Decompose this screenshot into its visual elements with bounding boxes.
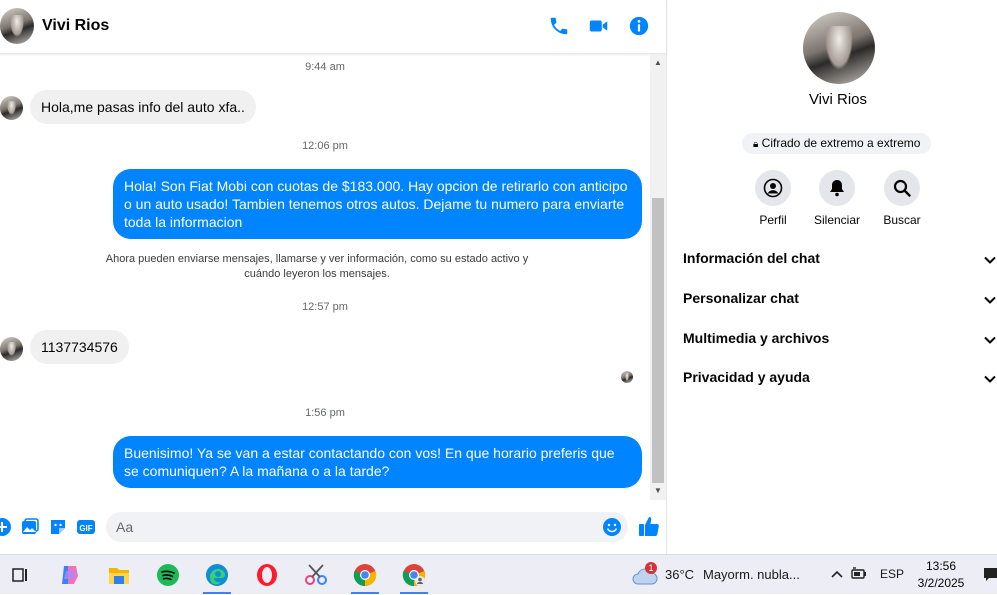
- clock-time: 13:56: [925, 559, 957, 573]
- mute-action[interactable]: Silenciar: [807, 170, 867, 227]
- sticker-icon[interactable]: [48, 517, 68, 537]
- notifications-icon[interactable]: [983, 566, 997, 584]
- section-media-files[interactable]: Multimedia y archivos: [683, 330, 997, 354]
- taskbar-snipping-tool[interactable]: [296, 555, 336, 595]
- copilot-icon: [62, 566, 78, 584]
- contact-avatar[interactable]: [0, 8, 34, 44]
- video-call-icon[interactable]: [588, 15, 610, 37]
- svg-text:GIF: GIF: [79, 524, 92, 533]
- section-label: Personalizar chat: [683, 290, 799, 306]
- message-timestamp: 9:44 am: [305, 61, 345, 73]
- profile-icon: [763, 178, 783, 198]
- incoming-message[interactable]: 1137734576: [30, 330, 129, 364]
- taskbar-opera[interactable]: [247, 555, 287, 595]
- edge-icon: [206, 564, 228, 586]
- bell-icon: [830, 180, 844, 197]
- chevron-up-icon[interactable]: [829, 566, 845, 582]
- chrome-icon: [353, 564, 377, 587]
- clock-date: 3/2/2025: [917, 576, 965, 590]
- section-chat-info[interactable]: Información del chat: [683, 250, 997, 274]
- weather-widget[interactable]: 1 36°C Mayorm. nubla...: [630, 555, 810, 595]
- message-composer: GIF: [0, 500, 667, 554]
- search-icon: [893, 179, 911, 197]
- contact-name[interactable]: Vivi Rios: [42, 17, 109, 35]
- scroll-thumb[interactable]: [652, 198, 664, 483]
- encryption-label: Cifrado de extremo a extremo: [761, 136, 921, 150]
- message-input[interactable]: [116, 518, 596, 536]
- weather-temperature: 36°C: [665, 567, 695, 582]
- photo-icon[interactable]: [20, 517, 40, 537]
- taskbar-chrome-profile[interactable]: [394, 555, 434, 595]
- profile-name: Vivi Rios: [808, 91, 868, 108]
- taskbar-copilot[interactable]: [50, 555, 90, 595]
- task-view-button[interactable]: [0, 555, 40, 595]
- plus-icon[interactable]: [0, 517, 12, 537]
- gif-icon[interactable]: GIF: [76, 517, 96, 537]
- section-privacy-help[interactable]: Privacidad y ayuda: [683, 369, 997, 393]
- taskbar-spotify[interactable]: [148, 555, 188, 595]
- message-timestamp: 12:57 pm: [302, 301, 348, 313]
- chevron-down-icon: [984, 296, 996, 304]
- opera-icon: [257, 564, 277, 586]
- section-customize-chat[interactable]: Personalizar chat: [683, 290, 997, 314]
- mute-action-label: Silenciar: [813, 213, 861, 227]
- chevron-down-icon: [984, 256, 996, 264]
- emoji-icon[interactable]: [602, 517, 622, 537]
- spotify-icon: [157, 564, 179, 586]
- message-timestamp: 12:06 pm: [302, 140, 348, 152]
- scissors-icon: [305, 564, 327, 585]
- weather-description: Mayorm. nubla...: [703, 567, 800, 582]
- section-label: Multimedia y archivos: [683, 330, 830, 346]
- chevron-down-icon: [984, 336, 996, 344]
- taskbar-edge[interactable]: [197, 555, 237, 595]
- profile-avatar[interactable]: [803, 12, 875, 84]
- chevron-down-icon: [984, 375, 996, 383]
- lock-icon: 🔒︎: [753, 139, 759, 150]
- chat-header: Vivi Rios: [0, 0, 667, 54]
- message-input-box[interactable]: [106, 512, 628, 542]
- messenger-window: Vivi Rios 9:44 am Hola,me pasas info del…: [0, 0, 997, 554]
- taskbar-file-explorer[interactable]: [99, 555, 139, 595]
- search-action-label: Buscar: [883, 213, 921, 227]
- chrome-profile-icon: [402, 564, 426, 587]
- phone-call-icon[interactable]: [548, 15, 570, 37]
- message-scrollbar[interactable]: ▲ ▼: [650, 55, 666, 500]
- conversation-info-panel: Vivi Rios 🔒︎ Cifrado de extremo a extrem…: [668, 0, 997, 554]
- search-action[interactable]: Buscar: [872, 170, 932, 227]
- sender-avatar[interactable]: [0, 337, 23, 361]
- sender-avatar[interactable]: [0, 96, 23, 120]
- connection-notice: Ahora pueden enviarse mensajes, llamarse…: [105, 253, 529, 280]
- chat-pane: Vivi Rios 9:44 am Hola,me pasas info del…: [0, 0, 667, 554]
- like-icon[interactable]: [638, 515, 660, 537]
- outgoing-message[interactable]: Buenisimo! Ya se van a estar contactando…: [113, 436, 642, 488]
- encryption-badge: 🔒︎ Cifrado de extremo a extremo: [742, 133, 932, 154]
- task-view-icon: [12, 568, 27, 582]
- message-list[interactable]: 9:44 am Hola,me pasas info del auto xfa.…: [0, 55, 650, 500]
- section-label: Privacidad y ayuda: [683, 369, 810, 385]
- profile-action[interactable]: Perfil: [743, 170, 803, 227]
- clock[interactable]: 13:56 3/2/2025: [912, 557, 970, 593]
- scroll-up-arrow[interactable]: ▲: [653, 58, 663, 68]
- input-language[interactable]: ESP: [880, 567, 904, 581]
- message-timestamp: 1:56 pm: [305, 407, 345, 419]
- folder-icon: [109, 568, 129, 584]
- outgoing-message[interactable]: Hola! Son Fiat Mobi con cuotas de $183.0…: [113, 169, 642, 239]
- windows-taskbar: 1 36°C Mayorm. nubla... ESP 13:56 3/2/20…: [0, 554, 997, 594]
- profile-action-label: Perfil: [759, 213, 787, 227]
- seen-indicator-avatar: [621, 371, 633, 383]
- weather-badge: 1: [645, 562, 657, 574]
- taskbar-chrome[interactable]: [345, 555, 385, 595]
- section-label: Información del chat: [683, 250, 820, 266]
- network-battery-icon[interactable]: [851, 566, 869, 582]
- incoming-message[interactable]: Hola,me pasas info del auto xfa..: [30, 90, 256, 124]
- scroll-down-arrow[interactable]: ▼: [653, 486, 663, 496]
- info-icon[interactable]: [628, 15, 650, 37]
